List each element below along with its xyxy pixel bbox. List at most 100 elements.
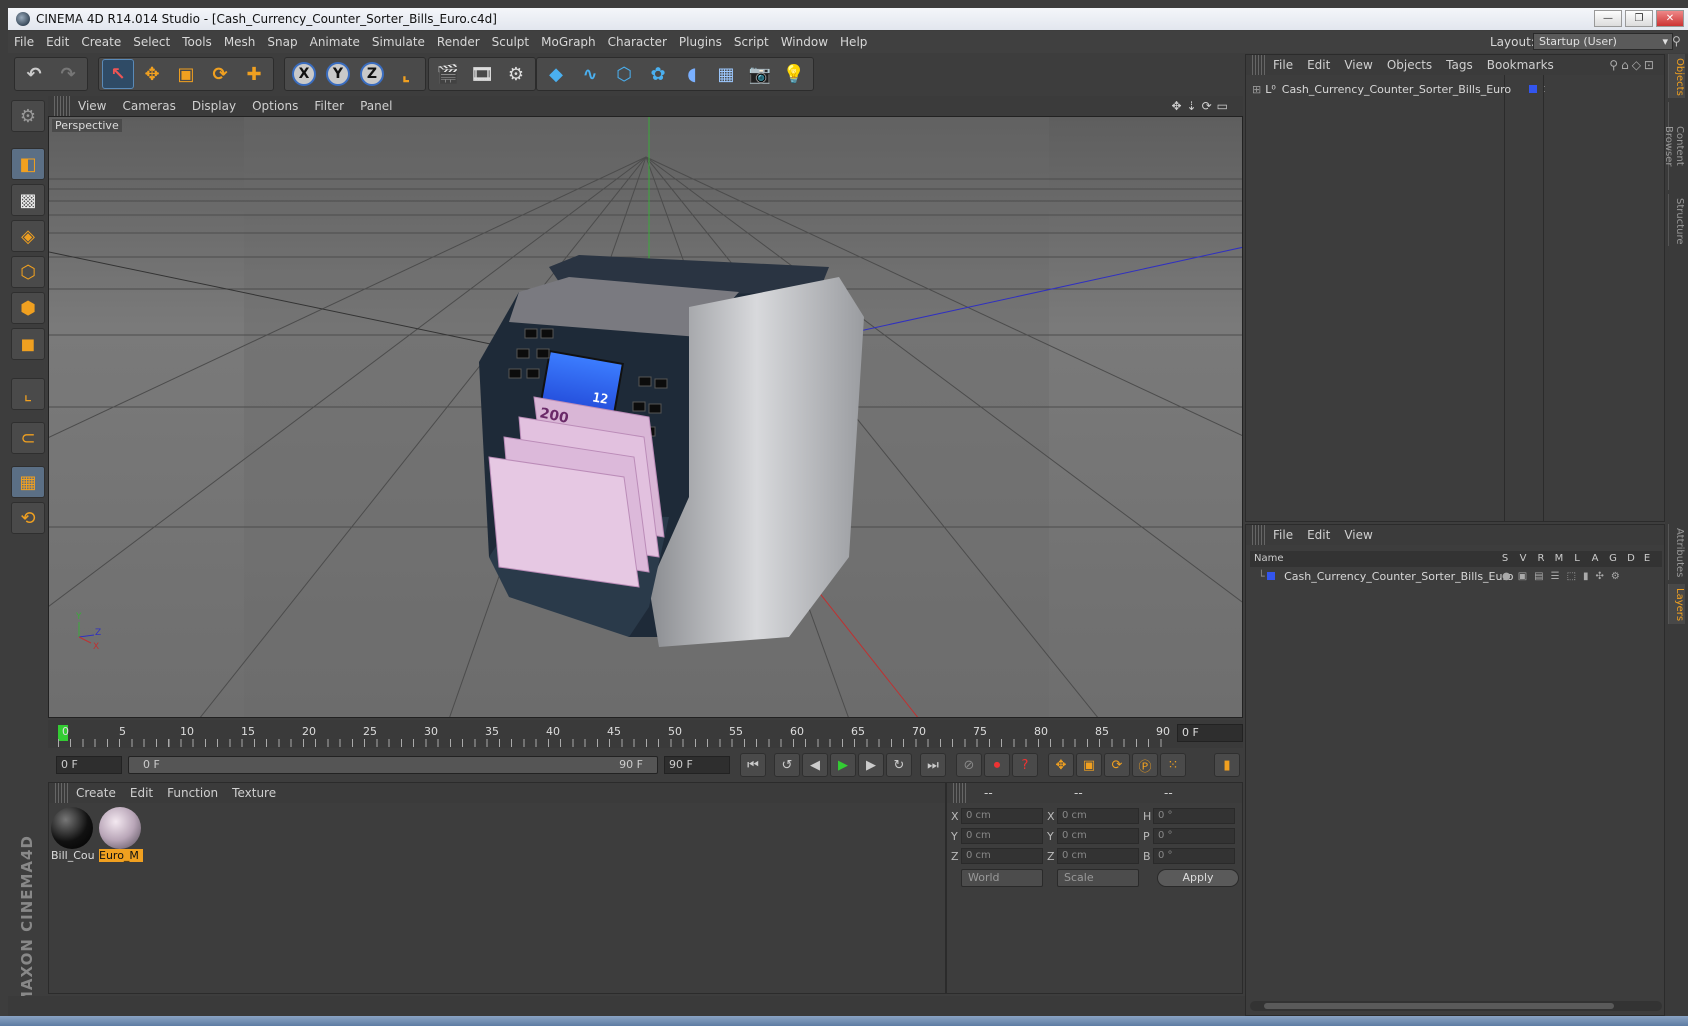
menu-simulate[interactable]: Simulate xyxy=(366,31,431,53)
close-button[interactable]: ✕ xyxy=(1656,10,1684,27)
timeline-ruler[interactable]: 0 5 10 15 20 25 30 35 40 45 50 55 60 65 … xyxy=(48,720,1243,748)
record-key-icon[interactable]: ⊘ xyxy=(956,753,982,777)
end-frame-field[interactable]: 90 F xyxy=(664,756,730,774)
key-scale-icon[interactable]: ▣ xyxy=(1076,753,1102,777)
goto-start-icon[interactable]: ⏮ xyxy=(740,753,766,777)
layer-menu-edit[interactable]: Edit xyxy=(1300,525,1337,545)
obj-menu-objects[interactable]: Objects xyxy=(1380,55,1439,75)
material-swatch[interactable]: Bill_Cou xyxy=(51,807,95,862)
play-icon[interactable]: ▶ xyxy=(830,753,856,777)
search-icon[interactable]: ⚲ xyxy=(1672,34,1681,48)
axis-mode-icon[interactable]: ⌞ xyxy=(11,378,45,410)
floor-icon[interactable]: ▦ xyxy=(710,59,742,89)
apply-button[interactable]: Apply xyxy=(1157,869,1239,887)
currency-counter-model[interactable]: 12 472 200 xyxy=(479,255,864,647)
mat-menu-texture[interactable]: Texture xyxy=(225,783,283,803)
object-manager-search-icon[interactable]: ⚲⌂◇⊡ xyxy=(1602,55,1664,75)
pos-x-field[interactable]: 0 cm xyxy=(961,808,1043,824)
prev-frame-icon[interactable]: ◀ xyxy=(802,753,828,777)
menu-mograph[interactable]: MoGraph xyxy=(535,31,602,53)
timeline-ticks[interactable]: 0 5 10 15 20 25 30 35 40 45 50 55 60 65 … xyxy=(58,725,1170,747)
menu-mesh[interactable]: Mesh xyxy=(218,31,262,53)
size-z-field[interactable]: 0 cm xyxy=(1057,848,1139,864)
viewport-navigation-icons[interactable]: ✥⇣⟳▭ xyxy=(1163,96,1241,116)
key-position-icon[interactable]: ✥ xyxy=(1048,753,1074,777)
cube-object-icon[interactable]: ◆ xyxy=(540,59,572,89)
menu-character[interactable]: Character xyxy=(602,31,673,53)
layer-row[interactable]: └ Cash_Currency_Counter_Sorter_Bills_Eur… xyxy=(1250,569,1662,585)
polygons-mode-icon[interactable]: ◼ xyxy=(11,328,45,360)
menu-select[interactable]: Select xyxy=(127,31,176,53)
model-mode-icon[interactable]: ◧ xyxy=(11,148,45,180)
render-view-icon[interactable]: 🎬 xyxy=(432,59,464,89)
size-x-field[interactable]: 0 cm xyxy=(1057,808,1139,824)
z-axis-lock-icon[interactable]: Z xyxy=(356,59,388,89)
redo-icon[interactable]: ↷ xyxy=(52,59,84,89)
live-transform-icon[interactable]: ✚ xyxy=(238,59,270,89)
make-editable-icon[interactable]: ⚙ xyxy=(11,100,45,132)
menu-render[interactable]: Render xyxy=(431,31,486,53)
menu-plugins[interactable]: Plugins xyxy=(673,31,728,53)
obj-menu-tags[interactable]: Tags xyxy=(1439,55,1480,75)
mat-menu-function[interactable]: Function xyxy=(160,783,225,803)
rot-p-field[interactable]: 0 ° xyxy=(1153,828,1235,844)
layer-color-swatch[interactable] xyxy=(1266,572,1275,580)
size-y-field[interactable]: 0 cm xyxy=(1057,828,1139,844)
snap-magnet-icon[interactable]: ⊂ xyxy=(11,422,45,454)
select-tool-icon[interactable]: ↖ xyxy=(102,59,134,89)
panel-grip-icon[interactable] xyxy=(1252,525,1266,545)
start-frame-field[interactable]: 0 F xyxy=(56,756,122,774)
array-icon[interactable]: ✿ xyxy=(642,59,674,89)
undo-icon[interactable]: ↶ xyxy=(18,59,50,89)
tab-attributes[interactable]: Attributes xyxy=(1668,524,1685,580)
goto-end-icon[interactable]: ⏭ xyxy=(920,753,946,777)
vp-menu-cameras[interactable]: Cameras xyxy=(114,96,183,116)
solo-icon[interactable]: ⟲ xyxy=(11,502,45,534)
obj-menu-file[interactable]: File xyxy=(1266,55,1300,75)
tab-structure[interactable]: Structure xyxy=(1668,194,1685,246)
camera-icon[interactable]: 📷 xyxy=(744,59,776,89)
vp-menu-filter[interactable]: Filter xyxy=(306,96,352,116)
menu-help[interactable]: Help xyxy=(834,31,873,53)
mat-menu-edit[interactable]: Edit xyxy=(123,783,160,803)
menu-window[interactable]: Window xyxy=(775,31,834,53)
obj-menu-edit[interactable]: Edit xyxy=(1300,55,1337,75)
horizontal-scrollbar[interactable] xyxy=(1250,1001,1662,1011)
name-column-header[interactable]: Name xyxy=(1250,551,1496,567)
light-icon[interactable]: 💡 xyxy=(778,59,810,89)
restore-button[interactable]: ❐ xyxy=(1625,10,1653,27)
edges-mode-icon[interactable]: ⬢ xyxy=(11,292,45,324)
frame-range-slider[interactable]: 0 F 90 F xyxy=(128,756,658,774)
key-parameter-icon[interactable]: Ⓟ xyxy=(1132,753,1158,777)
render-picture-viewer-icon[interactable]: 🎞 xyxy=(466,59,498,89)
coordinate-system-icon[interactable]: ⌞ xyxy=(390,59,422,89)
y-axis-lock-icon[interactable]: Y xyxy=(322,59,354,89)
layer-color-swatch[interactable] xyxy=(1529,85,1538,93)
next-key-icon[interactable]: ↻ xyxy=(886,753,912,777)
spline-icon[interactable]: ∿ xyxy=(574,59,606,89)
x-axis-lock-icon[interactable]: X xyxy=(288,59,320,89)
menu-create[interactable]: Create xyxy=(75,31,127,53)
panel-grip-icon[interactable] xyxy=(953,783,967,803)
rotate-tool-icon[interactable]: ⟳ xyxy=(204,59,236,89)
visibility-dots-icon[interactable]: ⁚ xyxy=(1543,85,1546,94)
pos-y-field[interactable]: 0 cm xyxy=(961,828,1043,844)
key-rotation-icon[interactable]: ⟳ xyxy=(1104,753,1130,777)
keyframe-selection-icon[interactable]: ? xyxy=(1012,753,1038,777)
layer-menu-view[interactable]: View xyxy=(1337,525,1379,545)
coord-mode-dropdown[interactable]: World xyxy=(961,869,1043,887)
deformer-icon[interactable]: ◖ xyxy=(676,59,708,89)
menu-tools[interactable]: Tools xyxy=(176,31,218,53)
menu-file[interactable]: File xyxy=(8,31,40,53)
perspective-viewport[interactable]: 12 472 200 xyxy=(48,116,1243,718)
timeline-window-icon[interactable]: ▮ xyxy=(1214,753,1240,777)
scale-tool-icon[interactable]: ▣ xyxy=(170,59,202,89)
vp-menu-view[interactable]: View xyxy=(70,96,114,116)
minimize-button[interactable]: — xyxy=(1594,10,1622,27)
mat-menu-create[interactable]: Create xyxy=(69,783,123,803)
menu-script[interactable]: Script xyxy=(728,31,775,53)
tab-layers[interactable]: Layers xyxy=(1668,584,1685,624)
layout-dropdown[interactable]: Startup (User) xyxy=(1533,33,1673,50)
vp-menu-display[interactable]: Display xyxy=(184,96,244,116)
tab-objects[interactable]: Objects xyxy=(1668,54,1685,98)
